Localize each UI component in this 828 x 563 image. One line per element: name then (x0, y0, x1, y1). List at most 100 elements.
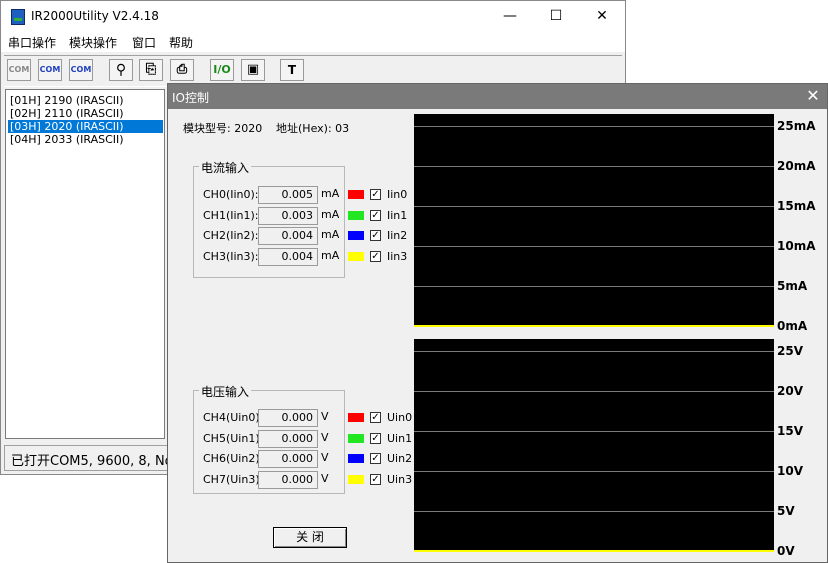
list-item[interactable]: [02H] 2110 (IRASCII) (8, 107, 163, 120)
title-bar[interactable]: IR2000Utility V2.4.18 — ☐ ✕ (1, 1, 625, 32)
voltage-color-swatch (348, 454, 364, 463)
voltage-unit: V (321, 430, 329, 444)
current-color-swatch (348, 210, 364, 220)
module-model-label: 模块型号: 2020 (183, 122, 263, 135)
close-window-button[interactable]: ✕ (579, 1, 625, 32)
document-import-icon[interactable]: ⎘ (139, 59, 163, 81)
voltage-chart-tick-label: 20V (777, 384, 803, 398)
current-chart-tick-label: 25mA (777, 119, 816, 133)
current-chart-trace-line (414, 325, 774, 327)
voltage-value-field: 0.000 (258, 429, 318, 448)
current-trace-label: Iin3 (387, 249, 408, 263)
dialog-title-bar[interactable]: IO控制 ✕ (168, 84, 827, 109)
close-icon[interactable]: ✕ (800, 85, 826, 107)
io-icon[interactable]: I/O (210, 59, 234, 81)
current-color-swatch (348, 231, 364, 240)
address-label: 地址(Hex): 03 (276, 122, 350, 135)
app-icon (11, 9, 25, 25)
voltage-trace-label: Uin2 (387, 452, 413, 465)
current-trace-checkbox[interactable]: ✓ (370, 250, 381, 262)
voltage-chart-tick-label: 25V (777, 344, 803, 358)
current-chart-gridline (414, 246, 774, 247)
voltage-color-swatch (348, 413, 364, 422)
voltage-channel-label: CH5(Uin1): (203, 431, 264, 445)
current-channel-label: CH0(Iin0): (203, 188, 259, 201)
current-unit: mA (321, 228, 340, 241)
voltage-chart (414, 339, 774, 552)
com-settings-icon[interactable]: COM (69, 59, 93, 81)
menu-serial[interactable]: 串口操作 (8, 34, 56, 51)
current-chart-gridline (414, 286, 774, 287)
voltage-chart-gridline (414, 351, 774, 352)
voltage-trace-checkbox[interactable]: ✓ (370, 432, 381, 444)
close-button[interactable]: 关 闭 (273, 527, 347, 548)
com-port-icon[interactable]: COM (7, 59, 31, 81)
voltage-channel-label: CH7(Uin3): (203, 472, 264, 486)
voltage-value-field: 0.000 (258, 470, 318, 489)
voltage-channel-label: CH4(Uin0): (203, 411, 264, 424)
current-unit: mA (321, 187, 340, 200)
voltage-trace-label: Uin3 (387, 472, 413, 486)
current-chart-tick-label: 5mA (777, 279, 808, 293)
current-value-field: 0.005 (258, 186, 318, 204)
voltage-color-swatch (348, 474, 364, 484)
voltage-channel-label: CH6(Uin2): (203, 452, 264, 465)
current-chart-tick-label: 20mA (777, 159, 816, 173)
current-channel-label: CH2(Iin2): (203, 229, 259, 242)
current-chart-tick-label: 10mA (777, 239, 816, 253)
current-channel-label: CH1(Iin1): (203, 208, 259, 222)
list-item[interactable]: [01H] 2190 (IRASCII) (8, 94, 163, 107)
menu-bar: 串口操作 模块操作 窗口 帮助 (1, 32, 625, 52)
current-chart-gridline (414, 126, 774, 127)
voltage-chart-tick-label: 0V (777, 544, 795, 558)
voltage-chart-gridline (414, 471, 774, 472)
voltage-unit: V (321, 451, 329, 464)
voltage-color-swatch (348, 433, 364, 443)
current-chart (414, 114, 774, 327)
voltage-chart-gridline (414, 431, 774, 432)
voltage-trace-checkbox[interactable]: ✓ (370, 453, 381, 464)
menu-window[interactable]: 窗口 (132, 34, 156, 51)
voltage-value-field: 0.000 (258, 450, 318, 468)
current-color-swatch (348, 251, 364, 261)
list-item-selected[interactable]: [03H] 2020 (IRASCII) (8, 120, 163, 133)
menu-module[interactable]: 模块操作 (69, 34, 117, 51)
io-control-dialog: IO控制 ✕ 模块型号: 2020 地址(Hex): 03 电流输入 电压输入 … (167, 83, 828, 563)
current-chart-gridline (414, 206, 774, 207)
current-chart-tick-label: 15mA (777, 199, 816, 213)
current-color-swatch (348, 190, 364, 199)
document-export-icon[interactable]: ⎙ (170, 59, 194, 81)
device-list[interactable]: [01H] 2190 (IRASCII) [02H] 2110 (IRASCII… (5, 89, 165, 439)
minimize-button[interactable]: — (487, 1, 533, 32)
voltage-group-label: 电压输入 (199, 383, 252, 400)
current-trace-label: Iin1 (387, 208, 408, 222)
current-trace-checkbox[interactable]: ✓ (370, 209, 381, 221)
menu-help[interactable]: 帮助 (169, 34, 193, 51)
status-text: 已打开COM5, 9600, 8, Nor (11, 454, 178, 469)
voltage-chart-tick-label: 10V (777, 464, 803, 478)
module-config-icon[interactable]: ▣ (241, 59, 265, 81)
list-item[interactable]: [04H] 2033 (IRASCII) (8, 133, 163, 146)
current-trace-checkbox[interactable]: ✓ (370, 189, 381, 200)
current-chart-tick-label: 0mA (777, 319, 808, 333)
current-trace-label: Iin0 (387, 188, 408, 201)
voltage-unit: V (321, 471, 329, 485)
voltage-trace-label: Uin1 (387, 431, 413, 445)
current-chart-gridline (414, 166, 774, 167)
current-trace-label: Iin2 (387, 229, 408, 242)
voltage-chart-gridline (414, 511, 774, 512)
current-unit: mA (321, 248, 340, 262)
voltage-chart-tick-label: 15V (777, 424, 803, 438)
current-group-label: 电流输入 (199, 159, 252, 176)
voltage-value-field: 0.000 (258, 409, 318, 427)
current-unit: mA (321, 207, 340, 221)
transfer-icon[interactable]: T (280, 59, 304, 81)
com-close-icon[interactable]: COM (38, 59, 62, 81)
search-binoculars-icon[interactable]: ⚲ (109, 59, 133, 81)
current-trace-checkbox[interactable]: ✓ (370, 230, 381, 241)
voltage-trace-checkbox[interactable]: ✓ (370, 473, 381, 485)
current-value-field: 0.004 (258, 247, 318, 266)
voltage-chart-tick-label: 5V (777, 504, 795, 518)
maximize-button[interactable]: ☐ (533, 1, 579, 32)
voltage-trace-checkbox[interactable]: ✓ (370, 412, 381, 423)
